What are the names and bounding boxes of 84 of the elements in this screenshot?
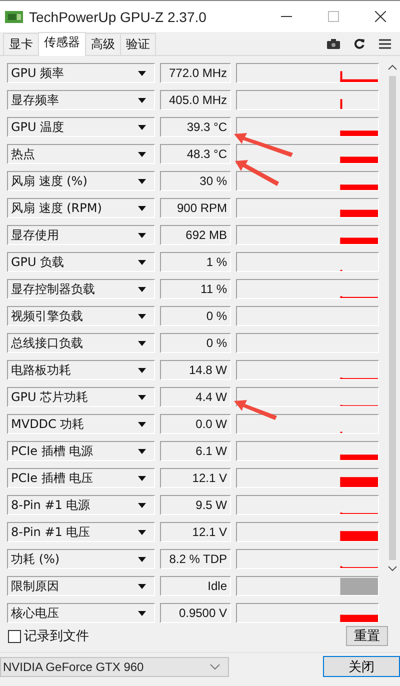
caret-icon	[138, 314, 146, 318]
caret-icon	[138, 260, 146, 264]
scroll-up-icon[interactable]	[388, 64, 397, 70]
sensor-value: 1 %	[160, 252, 231, 272]
sensor-value: 9.5 W	[160, 495, 231, 515]
sensor-value: 900 RPM	[160, 198, 231, 218]
caret-icon	[138, 476, 146, 480]
sensor-value: 48.3 °C	[160, 144, 231, 164]
caret-icon	[138, 556, 146, 562]
scroll-down-icon[interactable]	[388, 566, 397, 572]
caret-icon	[138, 530, 146, 534]
sensor-dropdown[interactable]: 核心电压	[7, 603, 155, 623]
caret-icon	[138, 178, 146, 184]
menu-icon[interactable]	[379, 38, 391, 48]
sensor-dropdown[interactable]: PCIe 插槽 电压	[7, 468, 155, 488]
checkbox[interactable]	[8, 630, 21, 642]
sensor-value: Idle	[160, 576, 231, 596]
sensor-dropdown[interactable]: 显存控制器负载	[7, 279, 155, 299]
sensor-dropdown[interactable]: 电路板功耗	[7, 360, 155, 380]
caret-icon	[138, 152, 146, 156]
close-icon[interactable]	[375, 11, 386, 22]
gpu-name: NVIDIA GeForce GTX 960	[3, 660, 144, 674]
sensor-dropdown[interactable]: 8-Pin #1 电源	[7, 495, 155, 515]
annotation-arrow	[234, 400, 277, 420]
camera-icon[interactable]	[327, 38, 340, 48]
sensor-value: 772.0 MHz	[160, 63, 231, 83]
sensor-value: 8.2 % TDP	[160, 549, 231, 569]
sensor-dropdown[interactable]: 显存使用	[7, 225, 155, 245]
sensor-value: 12.1 V	[160, 468, 231, 488]
caret-icon	[138, 448, 146, 454]
sensor-dropdown[interactable]: 视频引擎负载	[7, 306, 155, 326]
caret-icon	[138, 124, 146, 130]
gpu-select[interactable]: NVIDIA GeForce GTX 960	[0, 656, 229, 676]
checkbox-label: 记录到文件	[24, 628, 89, 645]
caret-icon	[138, 206, 146, 210]
sensor-dropdown[interactable]: 8-Pin #1 电压	[7, 522, 155, 542]
sensor-value: 6.1 W	[160, 441, 231, 461]
sensor-dropdown[interactable]: GPU 负载	[7, 252, 155, 272]
tab[interactable]: 传感器	[38, 32, 86, 56]
sensor-value: 30 %	[160, 171, 231, 191]
tab[interactable]: 显卡	[3, 33, 39, 55]
window-title: TechPowerUp GPU-Z 2.37.0	[29, 8, 208, 24]
sensor-dropdown[interactable]: 风扇 速度 (%)	[7, 171, 155, 191]
sensor-value: 0 %	[160, 333, 231, 353]
sensor-dropdown[interactable]: 风扇 速度 (RPM)	[7, 198, 155, 218]
caret-icon	[138, 584, 146, 588]
annotation-arrow	[235, 160, 279, 186]
sensor-value: 39.3 °C	[160, 117, 231, 137]
caret-icon	[138, 286, 146, 292]
sensor-dropdown[interactable]: GPU 温度	[7, 117, 155, 137]
sensor-value: 12.1 V	[160, 522, 231, 542]
caret-icon	[138, 340, 146, 346]
sensor-dropdown[interactable]: MVDDC 功耗	[7, 414, 155, 434]
sensor-value: 0 %	[160, 306, 231, 326]
caret-icon	[138, 394, 146, 400]
caret-icon	[138, 422, 146, 426]
sensor-dropdown[interactable]: 限制原因	[7, 576, 155, 596]
sensor-dropdown[interactable]: 显存频率	[7, 90, 155, 110]
sensor-value: 4.4 W	[160, 387, 231, 407]
caret-icon	[138, 70, 146, 76]
close-button[interactable]: 关闭	[323, 656, 400, 677]
sensor-value: 11 %	[160, 279, 231, 299]
sensor-dropdown[interactable]: PCIe 插槽 电源	[7, 441, 155, 461]
caret-icon	[138, 368, 146, 372]
reset-button[interactable]: 重置	[346, 626, 388, 646]
sensor-dropdown[interactable]: GPU 频率	[7, 63, 155, 83]
sensor-value: 14.8 W	[160, 360, 231, 380]
scrollbar-thumb[interactable]	[389, 76, 396, 560]
refresh-icon[interactable]	[354, 38, 365, 49]
annotation-arrow	[234, 133, 293, 157]
caret-icon	[138, 98, 146, 102]
tab[interactable]: 验证	[120, 33, 156, 55]
sensor-dropdown[interactable]: GPU 芯片功耗	[7, 387, 155, 407]
sensor-value: 692 MB	[160, 225, 231, 245]
sensor-value: 405.0 MHz	[160, 90, 231, 110]
sensor-dropdown[interactable]: 总线接口负载	[7, 333, 155, 353]
graphics-card-icon	[5, 10, 23, 24]
sensor-value: 0.0 W	[160, 414, 231, 434]
sensor-value: 0.9500 V	[160, 603, 231, 623]
sensor-dropdown[interactable]: 功耗 (%)	[7, 549, 155, 569]
caret-icon	[138, 232, 146, 238]
caret-icon	[138, 610, 146, 616]
sensor-dropdown[interactable]: 热点	[7, 144, 155, 164]
caret-icon	[138, 502, 146, 508]
